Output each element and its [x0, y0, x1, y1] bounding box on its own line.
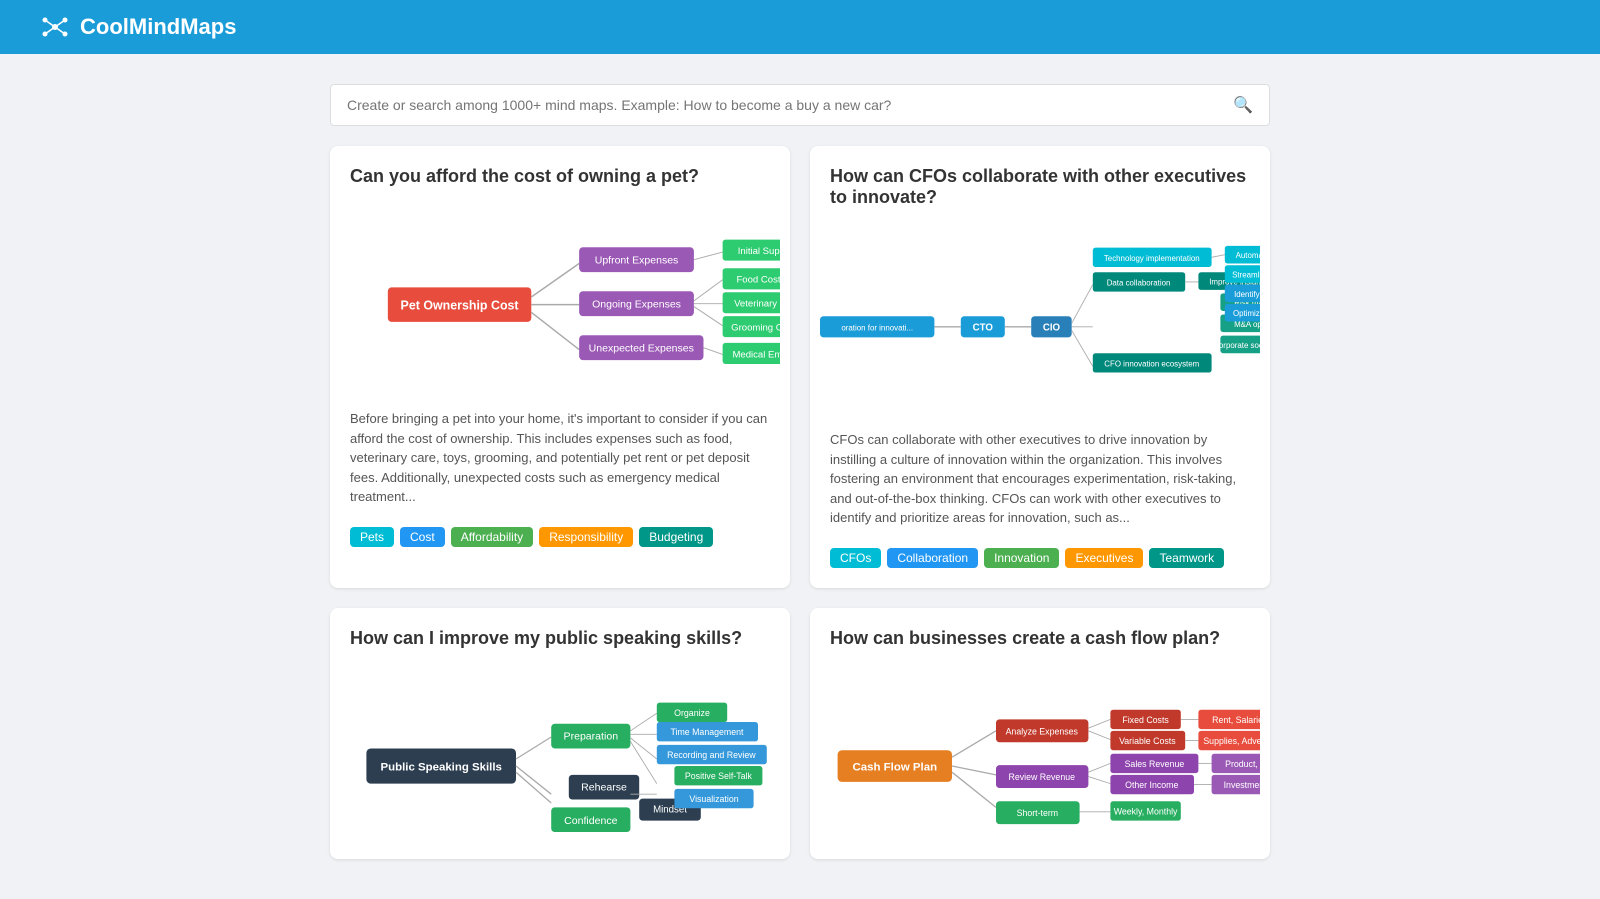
- card-pet-title: Can you afford the cost of owning a pet?: [330, 146, 790, 197]
- svg-text:Confidence: Confidence: [564, 815, 617, 827]
- svg-text:Analyze Expenses: Analyze Expenses: [1006, 726, 1079, 736]
- svg-text:Initial Supplies: Initial Supplies: [738, 246, 780, 257]
- svg-text:Streamline Processes: Streamline Processes: [1232, 271, 1260, 280]
- svg-text:Cash Flow Plan: Cash Flow Plan: [853, 761, 938, 773]
- card-cashflow-title: How can businesses create a cash flow pl…: [810, 608, 1270, 659]
- tag-teamwork[interactable]: Teamwork: [1149, 548, 1224, 568]
- card-cfo-desc: CFOs can collaborate with other executiv…: [810, 418, 1270, 538]
- svg-text:Optimize bu...: Optimize bu...: [1233, 309, 1260, 318]
- logo-icon: [40, 12, 70, 42]
- tag-responsibility[interactable]: Responsibility: [539, 527, 633, 547]
- svg-text:Preparation: Preparation: [564, 730, 619, 742]
- svg-text:Other Income: Other Income: [1125, 780, 1178, 790]
- tag-executives[interactable]: Executives: [1065, 548, 1143, 568]
- tag-pets[interactable]: Pets: [350, 527, 394, 547]
- card-cfo-title: How can CFOs collaborate with other exec…: [810, 146, 1270, 218]
- svg-text:Sales Revenue: Sales Revenue: [1125, 758, 1185, 768]
- svg-text:Recording and Review: Recording and Review: [667, 750, 756, 760]
- card-speaking-diagram: Public Speaking Skills Preparation Organ…: [330, 659, 790, 859]
- search-input[interactable]: [347, 97, 1233, 113]
- svg-text:CTO: CTO: [973, 322, 994, 333]
- svg-text:Veterinary Bills: Veterinary Bills: [734, 299, 780, 310]
- tag-budgeting[interactable]: Budgeting: [639, 527, 713, 547]
- svg-text:Time Management: Time Management: [670, 727, 744, 737]
- tag-cfos[interactable]: CFOs: [830, 548, 881, 568]
- svg-text:Variable Costs: Variable Costs: [1119, 736, 1176, 746]
- tag-innovation[interactable]: Innovation: [984, 548, 1059, 568]
- svg-text:Review Revenue: Review Revenue: [1009, 772, 1076, 782]
- search-container: 🔍: [310, 84, 1290, 126]
- svg-text:Product, Service: Product, Service: [1225, 758, 1260, 768]
- cards-grid: Can you afford the cost of owning a pet?…: [310, 146, 1290, 899]
- svg-text:Unexpected Expenses: Unexpected Expenses: [589, 343, 694, 355]
- tag-affordability[interactable]: Affordability: [451, 527, 533, 547]
- svg-text:Pet Ownership Cost: Pet Ownership Cost: [401, 298, 519, 312]
- card-pet[interactable]: Can you afford the cost of owning a pet?…: [330, 146, 790, 588]
- logo-text: CoolMindMaps: [80, 14, 236, 40]
- svg-text:Food Costs: Food Costs: [736, 275, 780, 286]
- card-cfo[interactable]: How can CFOs collaborate with other exec…: [810, 146, 1270, 588]
- search-bar: 🔍: [330, 84, 1270, 126]
- svg-text:Positive Self-Talk: Positive Self-Talk: [685, 771, 753, 781]
- tag-collaboration[interactable]: Collaboration: [887, 548, 978, 568]
- svg-text:Fixed Costs: Fixed Costs: [1122, 714, 1169, 724]
- svg-text:Investments, Loans: Investments, Loans: [1224, 780, 1260, 790]
- svg-text:Ongoing Expenses: Ongoing Expenses: [592, 299, 681, 311]
- svg-text:Medical Emergencies: Medical Emergencies: [732, 349, 780, 360]
- tag-cost[interactable]: Cost: [400, 527, 445, 547]
- svg-text:Corporate social responsibili.: Corporate social responsibili...: [1213, 341, 1260, 350]
- search-icon: 🔍: [1233, 95, 1253, 115]
- logo[interactable]: CoolMindMaps: [40, 12, 236, 42]
- svg-text:Data collaboration: Data collaboration: [1107, 278, 1171, 287]
- svg-text:Short-term: Short-term: [1017, 808, 1059, 818]
- svg-text:Visualization: Visualization: [689, 794, 738, 804]
- svg-text:Grooming Costs: Grooming Costs: [731, 322, 780, 333]
- header: CoolMindMaps: [0, 0, 1600, 54]
- card-cashflow-diagram: Cash Flow Plan Analyze Expenses Fixed Co…: [810, 659, 1270, 859]
- svg-text:Organize: Organize: [674, 707, 710, 717]
- card-pet-tags: Pets Cost Affordability Responsibility B…: [330, 517, 790, 567]
- svg-text:Rehearse: Rehearse: [581, 781, 627, 793]
- card-speaking-title: How can I improve my public speaking ski…: [330, 608, 790, 659]
- svg-text:Upfront Expenses: Upfront Expenses: [595, 255, 679, 267]
- card-cashflow[interactable]: How can businesses create a cash flow pl…: [810, 608, 1270, 859]
- card-pet-diagram: Pet Ownership Cost Upfront Expenses Init…: [330, 197, 790, 397]
- card-cfo-tags: CFOs Collaboration Innovation Executives…: [810, 538, 1270, 588]
- svg-text:Public Speaking Skills: Public Speaking Skills: [380, 761, 501, 773]
- card-speaking[interactable]: How can I improve my public speaking ski…: [330, 608, 790, 859]
- svg-text:Automation: Automation: [1236, 251, 1260, 260]
- svg-text:oration for innovati...: oration for innovati...: [841, 323, 913, 332]
- svg-text:CIO: CIO: [1043, 322, 1061, 333]
- card-pet-desc: Before bringing a pet into your home, it…: [330, 397, 790, 517]
- svg-text:CFO innovation ecosystem: CFO innovation ecosystem: [1104, 359, 1199, 368]
- svg-text:Supplies, Advertising: Supplies, Advertising: [1203, 736, 1260, 746]
- svg-text:Identify oppo...: Identify oppo...: [1234, 290, 1260, 299]
- card-cfo-diagram: oration for innovati... CTO CIO Technolo…: [810, 218, 1270, 418]
- svg-text:Technology implementation: Technology implementation: [1104, 254, 1200, 263]
- svg-text:Rent, Salaries: Rent, Salaries: [1212, 714, 1260, 724]
- svg-text:Weekly, Monthly: Weekly, Monthly: [1114, 806, 1178, 816]
